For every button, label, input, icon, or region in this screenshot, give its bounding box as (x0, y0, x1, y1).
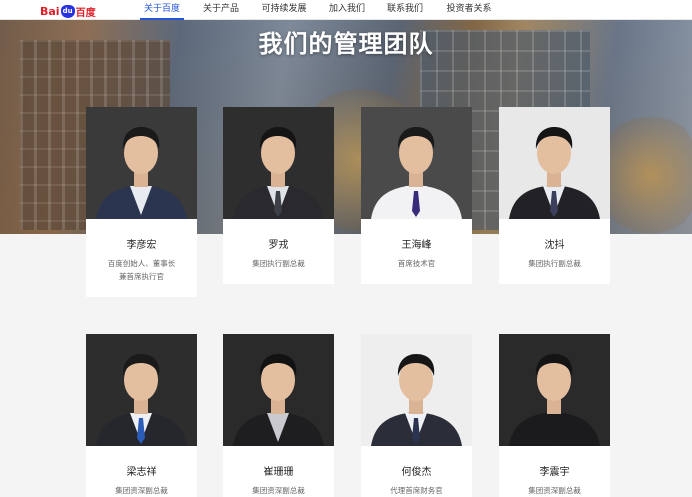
member-title: 集团资深副总裁 (115, 486, 168, 495)
member-title: 百度创始人、董事长 (107, 259, 176, 268)
baidu-logo[interactable]: Bai du 百度 (40, 3, 96, 19)
portrait-photo (499, 107, 610, 219)
team-card[interactable]: 何俊杰 代理首席财务官 (361, 334, 472, 497)
member-name: 李震宇 (539, 467, 570, 478)
member-title: 集团执行副总裁 (528, 259, 581, 268)
member-title: 集团执行副总裁 (252, 259, 305, 268)
team-card[interactable]: 崔珊珊 集团资深副总裁 (223, 334, 334, 497)
portrait-photo (223, 334, 334, 446)
portrait-photo (499, 334, 610, 446)
member-title: 首席技术官 (397, 259, 436, 268)
team-card[interactable]: 梁志祥 集团资深副总裁 (86, 334, 197, 497)
member-name: 崔珊珊 (263, 467, 294, 478)
team-card[interactable]: 沈抖 集团执行副总裁 (499, 107, 610, 284)
portrait-photo (361, 107, 472, 219)
nav-item-sustainability[interactable]: 可持续发展 (256, 0, 312, 20)
member-name: 李彦宏 (126, 240, 157, 251)
portrait-photo (223, 107, 334, 219)
team-card[interactable]: 李震宇 集团资深副总裁 (499, 334, 610, 497)
hero-tree (600, 110, 692, 234)
portrait-photo (86, 107, 197, 219)
portrait-photo (361, 334, 472, 446)
member-name: 何俊杰 (401, 467, 432, 478)
member-title: 集团资深副总裁 (252, 486, 305, 495)
team-card[interactable]: 罗戎 集团执行副总裁 (223, 107, 334, 284)
top-navigation: Bai du 百度 关于百度 关于产品 可持续发展 加入我们 联系我们 投资者关… (0, 0, 692, 20)
paw-icon: du (60, 4, 75, 18)
portrait-photo (86, 334, 197, 446)
member-name: 沈抖 (544, 240, 565, 251)
page-title: 我们的管理团队 (258, 30, 434, 58)
member-name: 梁志祥 (126, 467, 157, 478)
nav-item-products[interactable]: 关于产品 (199, 0, 243, 20)
team-card[interactable]: 王海峰 首席技术官 (361, 107, 472, 284)
logo-text-cn: 百度 (75, 7, 96, 19)
member-title: 代理首席财务官 (390, 486, 443, 495)
team-card[interactable]: 李彦宏 百度创始人、董事长 兼首席执行官 (86, 107, 197, 297)
member-name: 罗戎 (268, 240, 289, 251)
member-title: 集团资深副总裁 (528, 486, 581, 495)
member-title-line2: 兼首席执行官 (119, 272, 164, 281)
logo-text-bai: Bai (40, 4, 60, 18)
nav-item-about-baidu[interactable]: 关于百度 (140, 0, 184, 20)
nav-item-investor-relations[interactable]: 投资者关系 (441, 0, 497, 20)
nav-item-contact[interactable]: 联系我们 (383, 0, 427, 20)
nav-item-join-us[interactable]: 加入我们 (325, 0, 369, 20)
member-name: 王海峰 (401, 240, 432, 251)
